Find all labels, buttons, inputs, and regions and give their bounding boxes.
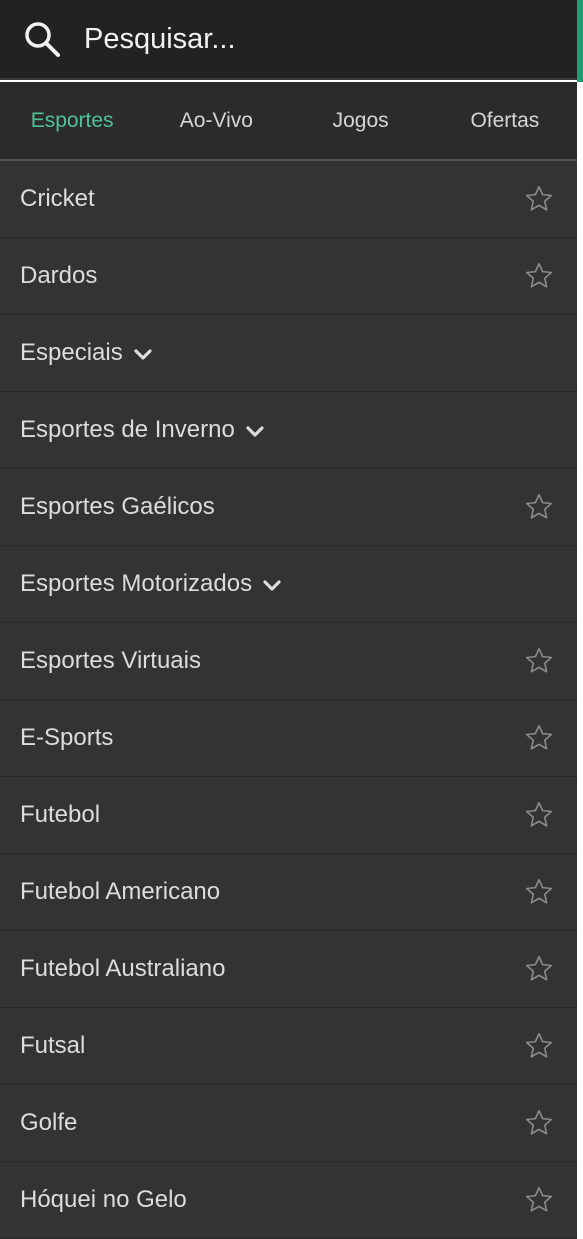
list-item-label: Esportes Gaélicos [20, 493, 215, 520]
sports-menu-app: Esportes Ao-Vivo Jogos Ofertas Cricket Da… [0, 0, 583, 1239]
list-item-label: Futebol Australiano [20, 955, 226, 982]
list-item[interactable]: Esportes Virtuais [0, 623, 577, 700]
sports-list: Cricket Dardos Especiais Esportes de Invern… [0, 161, 577, 1239]
list-item-label: Futebol Americano [20, 878, 221, 905]
list-item[interactable]: Futebol Americano [0, 854, 577, 931]
chevron-down-icon[interactable] [133, 348, 153, 362]
star-icon[interactable] [523, 953, 555, 985]
list-item-label: Esportes de Inverno [20, 416, 235, 443]
search-icon[interactable] [22, 19, 62, 59]
tab-esportes[interactable]: Esportes [0, 82, 144, 159]
search-bar [0, 0, 577, 80]
list-item[interactable]: Hóquei no Gelo [0, 1162, 577, 1239]
list-item[interactable]: Esportes Motorizados [0, 546, 577, 623]
list-item-label: Esportes Motorizados [20, 570, 253, 597]
list-item-left: Futebol Australiano [20, 955, 225, 983]
star-icon[interactable] [523, 183, 555, 215]
star-icon[interactable] [523, 722, 555, 754]
list-item[interactable]: E-Sports [0, 700, 577, 777]
star-icon[interactable] [523, 1030, 555, 1062]
list-item[interactable]: Esportes de Inverno [0, 392, 577, 469]
list-item-left: E-Sports [20, 724, 113, 752]
list-item[interactable]: Futebol Australiano [0, 931, 577, 1008]
list-item-left: Esportes Gaélicos [20, 493, 215, 521]
list-item-left: Esportes de Inverno [20, 416, 265, 444]
search-input[interactable] [84, 14, 504, 64]
list-item-left: Esportes Motorizados [20, 570, 282, 598]
list-item-label: Cricket [20, 185, 95, 212]
list-item-label: Dardos [20, 262, 98, 289]
list-item[interactable]: Dardos [0, 238, 577, 315]
list-item[interactable]: Golfe [0, 1085, 577, 1162]
list-item-label: Futebol [20, 801, 101, 828]
list-item-left: Especiais [20, 339, 153, 367]
list-item-label: E-Sports [20, 724, 114, 751]
star-icon[interactable] [523, 799, 555, 831]
star-icon[interactable] [523, 876, 555, 908]
tab-bar: Esportes Ao-Vivo Jogos Ofertas [0, 82, 577, 161]
tab-ao-vivo[interactable]: Ao-Vivo [144, 82, 288, 159]
list-item-left: Golfe [20, 1109, 77, 1137]
chevron-down-icon[interactable] [245, 425, 265, 439]
list-item[interactable]: Futebol [0, 777, 577, 854]
list-item[interactable]: Especiais [0, 315, 577, 392]
list-item-left: Dardos [20, 262, 97, 290]
list-item[interactable]: Futsal [0, 1008, 577, 1085]
list-item-label: Esportes Virtuais [20, 647, 201, 674]
list-item-left: Cricket [20, 185, 95, 213]
tab-jogos[interactable]: Jogos [289, 82, 433, 159]
star-icon[interactable] [523, 645, 555, 677]
accent-strip [577, 0, 583, 82]
tab-ofertas[interactable]: Ofertas [433, 82, 577, 159]
list-item[interactable]: Cricket [0, 161, 577, 238]
list-item-label: Hóquei no Gelo [20, 1186, 187, 1213]
list-item-label: Futsal [20, 1032, 86, 1059]
list-item-left: Hóquei no Gelo [20, 1186, 187, 1214]
chevron-down-icon[interactable] [262, 579, 282, 593]
list-item-left: Futebol Americano [20, 878, 220, 906]
list-item-left: Esportes Virtuais [20, 647, 201, 675]
star-icon[interactable] [523, 260, 555, 292]
star-icon[interactable] [523, 1184, 555, 1216]
list-item-left: Futsal [20, 1032, 85, 1060]
list-item-label: Golfe [20, 1109, 78, 1136]
list-item[interactable]: Esportes Gaélicos [0, 469, 577, 546]
list-item-left: Futebol [20, 801, 100, 829]
list-item-label: Especiais [20, 339, 123, 366]
star-icon[interactable] [523, 491, 555, 523]
star-icon[interactable] [523, 1107, 555, 1139]
